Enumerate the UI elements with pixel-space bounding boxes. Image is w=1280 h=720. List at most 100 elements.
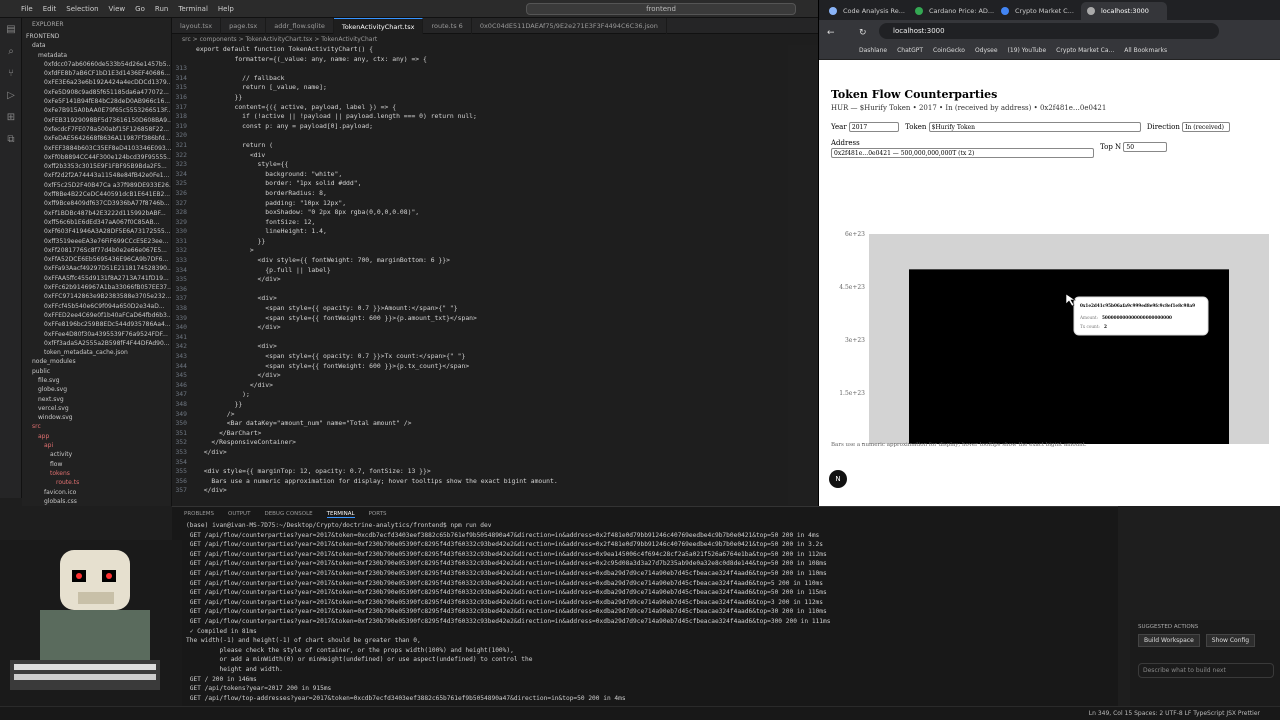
token-select[interactable]: $Hurify Token — [928, 122, 1141, 132]
menu-go[interactable]: Go — [130, 5, 150, 13]
show-config-button[interactable]: Show Config — [1205, 634, 1256, 647]
tree-item[interactable]: route.ts — [22, 478, 171, 487]
tree-item[interactable]: activity — [22, 450, 171, 459]
bookmark-item[interactable]: Crypto Market Ca... — [1056, 47, 1114, 54]
tree-item[interactable]: 0xFe5D908c9ad85f651185da6a477072... — [22, 88, 171, 97]
menu-help[interactable]: Help — [213, 5, 239, 13]
terminal-output[interactable]: (base) ivan@ivan-MS-7D75:~/Desktop/Crypt… — [172, 521, 1118, 703]
bookmark-item[interactable]: All Bookmarks — [1124, 47, 1167, 54]
command-search[interactable]: frontend — [526, 3, 796, 15]
tree-item[interactable]: app — [22, 432, 171, 441]
build-workspace-button[interactable]: Build Workspace — [1138, 634, 1200, 647]
browser-tab[interactable]: Crypto Market C... — [995, 2, 1081, 20]
editor-tab[interactable]: addr_flow.sqlite — [266, 18, 334, 34]
browser-tab[interactable]: localhost:3000 — [1081, 2, 1167, 20]
extensions-icon[interactable]: ⊞ — [0, 106, 22, 128]
tree-item[interactable]: 0xFfA52DCE6Eb5695436E96CA9b7DF6... — [22, 255, 171, 264]
tree-item[interactable]: api — [22, 441, 171, 450]
tree-item[interactable]: 0xfecdcF7FE078a500abf15F126858F22... — [22, 125, 171, 134]
tree-item[interactable]: favicon.ico — [22, 488, 171, 497]
tree-item[interactable]: 0xFf1BDBc487b42E3222d115992bABF... — [22, 209, 171, 218]
minimap[interactable] — [788, 45, 818, 505]
direction-select[interactable]: In (received) — [1182, 122, 1231, 132]
tree-item[interactable]: 0xff2b3353c3015E9F1FBF95B9Bda2F5... — [22, 162, 171, 171]
tree-item[interactable]: FRONTEND — [22, 32, 171, 41]
explorer-icon[interactable]: ▤ — [0, 18, 22, 40]
address-select[interactable]: 0x2f481e…0e0421 — 500,000,000,000T (tx 2… — [831, 148, 1094, 158]
tree-item[interactable]: token_metadata_cache.json — [22, 348, 171, 357]
tree-item[interactable]: 0xfFf3adaSA2555a2B598fF4F44DFAd90... — [22, 339, 171, 348]
tree-item[interactable]: 0xFFe8196bc259B8EDc544d935786Aa4... — [22, 320, 171, 329]
tree-item[interactable]: src — [22, 422, 171, 431]
menu-terminal[interactable]: Terminal — [173, 5, 213, 13]
tree-item[interactable]: file.svg — [22, 376, 171, 385]
panel-tab[interactable]: TERMINAL — [326, 511, 355, 518]
run-debug-icon[interactable]: ▷ — [0, 84, 22, 106]
chat-input[interactable]: Describe what to build next — [1138, 663, 1274, 678]
tree-item[interactable]: 0xff8Be4B22CeDC440591dcB1E641EB2... — [22, 190, 171, 199]
tree-item[interactable]: 0xFe5F141B94fE84bC28deD0AB966c16... — [22, 97, 171, 106]
tree-item[interactable]: globe.svg — [22, 385, 171, 394]
tree-item[interactable]: 0xFf0b8894CC44F300e124bcd39F95555... — [22, 153, 171, 162]
tree-item[interactable]: 0xfdFE8b7aB6CF1bD1E3d1436EF40686... — [22, 69, 171, 78]
browser-tab[interactable]: Code Analysis Re... — [823, 2, 909, 20]
editor-tab[interactable]: page.tsx — [221, 18, 267, 34]
menu-edit[interactable]: Edit — [38, 5, 62, 13]
topn-input[interactable]: 50 — [1123, 142, 1168, 152]
tree-item[interactable]: 0xff3519eeeEA3e76FiF699CCcE5E23ee... — [22, 237, 171, 246]
tree-item[interactable]: 0xFf2081776Sc8f77d4b0e2e66e067E5... — [22, 246, 171, 255]
breadcrumb[interactable]: src > components > TokenActivityChart.ts… — [172, 34, 818, 45]
year-input[interactable]: 2017 — [848, 122, 899, 132]
tree-item[interactable]: 0xFe7B915A0bAA0E79f65c5553266513F... — [22, 106, 171, 115]
tree-item[interactable]: globals.css — [22, 497, 171, 506]
tree-item[interactable]: 0xff9Bce8409df637CD3936bA77f8746b... — [22, 199, 171, 208]
tree-item[interactable]: data — [22, 41, 171, 50]
menu-file[interactable]: File — [16, 5, 38, 13]
code-editor[interactable]: export default function TokenActivityCha… — [172, 45, 818, 505]
search-icon[interactable]: ⌕ — [0, 40, 22, 62]
bookmark-item[interactable]: CoinGecko — [933, 47, 965, 54]
source-control-icon[interactable]: ⑂ — [0, 62, 22, 84]
tree-item[interactable]: 0xFE3E6a23e6b192A424a4ecDDCd1379... — [22, 78, 171, 87]
panel-tab[interactable]: PROBLEMS — [184, 511, 214, 517]
tree-item[interactable]: 0xFFee4D80f30a4395539F76a9524FDF... — [22, 330, 171, 339]
next-dev-badge[interactable]: N — [829, 470, 847, 488]
url-field[interactable]: localhost:3000 — [879, 23, 1219, 39]
tree-item[interactable]: 0xFFC97142863e9B2383588e3705e232... — [22, 292, 171, 301]
tree-item[interactable]: vercel.svg — [22, 404, 171, 413]
tree-item[interactable]: 0xFf603F41946A3A28DF5E6A73172555... — [22, 227, 171, 236]
menu-selection[interactable]: Selection — [61, 5, 103, 13]
tree-item[interactable]: 0xFFa93Aacf49297D51E2118174528390... — [22, 264, 171, 273]
panel-tab[interactable]: PORTS — [369, 511, 387, 517]
tree-item[interactable]: flow — [22, 460, 171, 469]
tree-item[interactable]: 0xFEF3884b603C35EF8eD4103346E093... — [22, 144, 171, 153]
tree-item[interactable]: 0xFEB31929098BF5d73616150D608BA9... — [22, 116, 171, 125]
tree-item[interactable]: 0xFFcf45b540e6C9f094a650D2e34aD... — [22, 302, 171, 311]
editor-tab[interactable]: route.ts 6 — [423, 18, 472, 34]
tree-item[interactable]: 0xFeDAE5642668f8636A11987Ff386bfd... — [22, 134, 171, 143]
reload-icon[interactable]: ↻ — [859, 28, 867, 38]
editor-tab[interactable]: layout.tsx — [172, 18, 222, 34]
tree-item[interactable]: 0xFf2d2f2A74443a11548e84fB42e0Fe1... — [22, 171, 171, 180]
bookmark-item[interactable]: (19) YouTube — [1008, 47, 1047, 54]
editor-tab[interactable]: TokenActivityChart.tsx — [333, 18, 424, 34]
tree-item[interactable]: 0xFFc62b9146967A1ba33066fB057EE37... — [22, 283, 171, 292]
tree-item[interactable]: tokens — [22, 469, 171, 478]
editor-tab[interactable]: 0x0C04dE511DAEAf75/9E2e271E3F3F4494C6C36… — [472, 18, 667, 34]
bookmark-item[interactable]: ChatGPT — [897, 47, 923, 54]
tree-item[interactable]: 0xFFED2ee4C69e0f1b40aFCaD64fbd6b3... — [22, 311, 171, 320]
bookmark-item[interactable]: Odysee — [975, 47, 998, 54]
status-info[interactable]: Ln 349, Col 15 Spaces: 2 UTF-8 LF TypeSc… — [1089, 707, 1260, 720]
tree-item[interactable]: next.svg — [22, 395, 171, 404]
bookmark-item[interactable]: Dashlane — [859, 47, 887, 54]
tree-item[interactable]: node_modules — [22, 357, 171, 366]
browser-tab[interactable]: Cardano Price: AD... — [909, 2, 995, 20]
menu-view[interactable]: View — [104, 5, 131, 13]
tree-item[interactable]: 0xff56c6b1E6dEd347aA067f0C85AB... — [22, 218, 171, 227]
tree-item[interactable]: public — [22, 367, 171, 376]
tree-item[interactable]: metadata — [22, 51, 171, 60]
tree-item[interactable]: 0xfdcc07ab60660de533b54d26e1457b5... — [22, 60, 171, 69]
menu-run[interactable]: Run — [150, 5, 173, 13]
remote-icon[interactable]: ⧉ — [0, 128, 22, 150]
bar[interactable] — [909, 269, 1229, 444]
